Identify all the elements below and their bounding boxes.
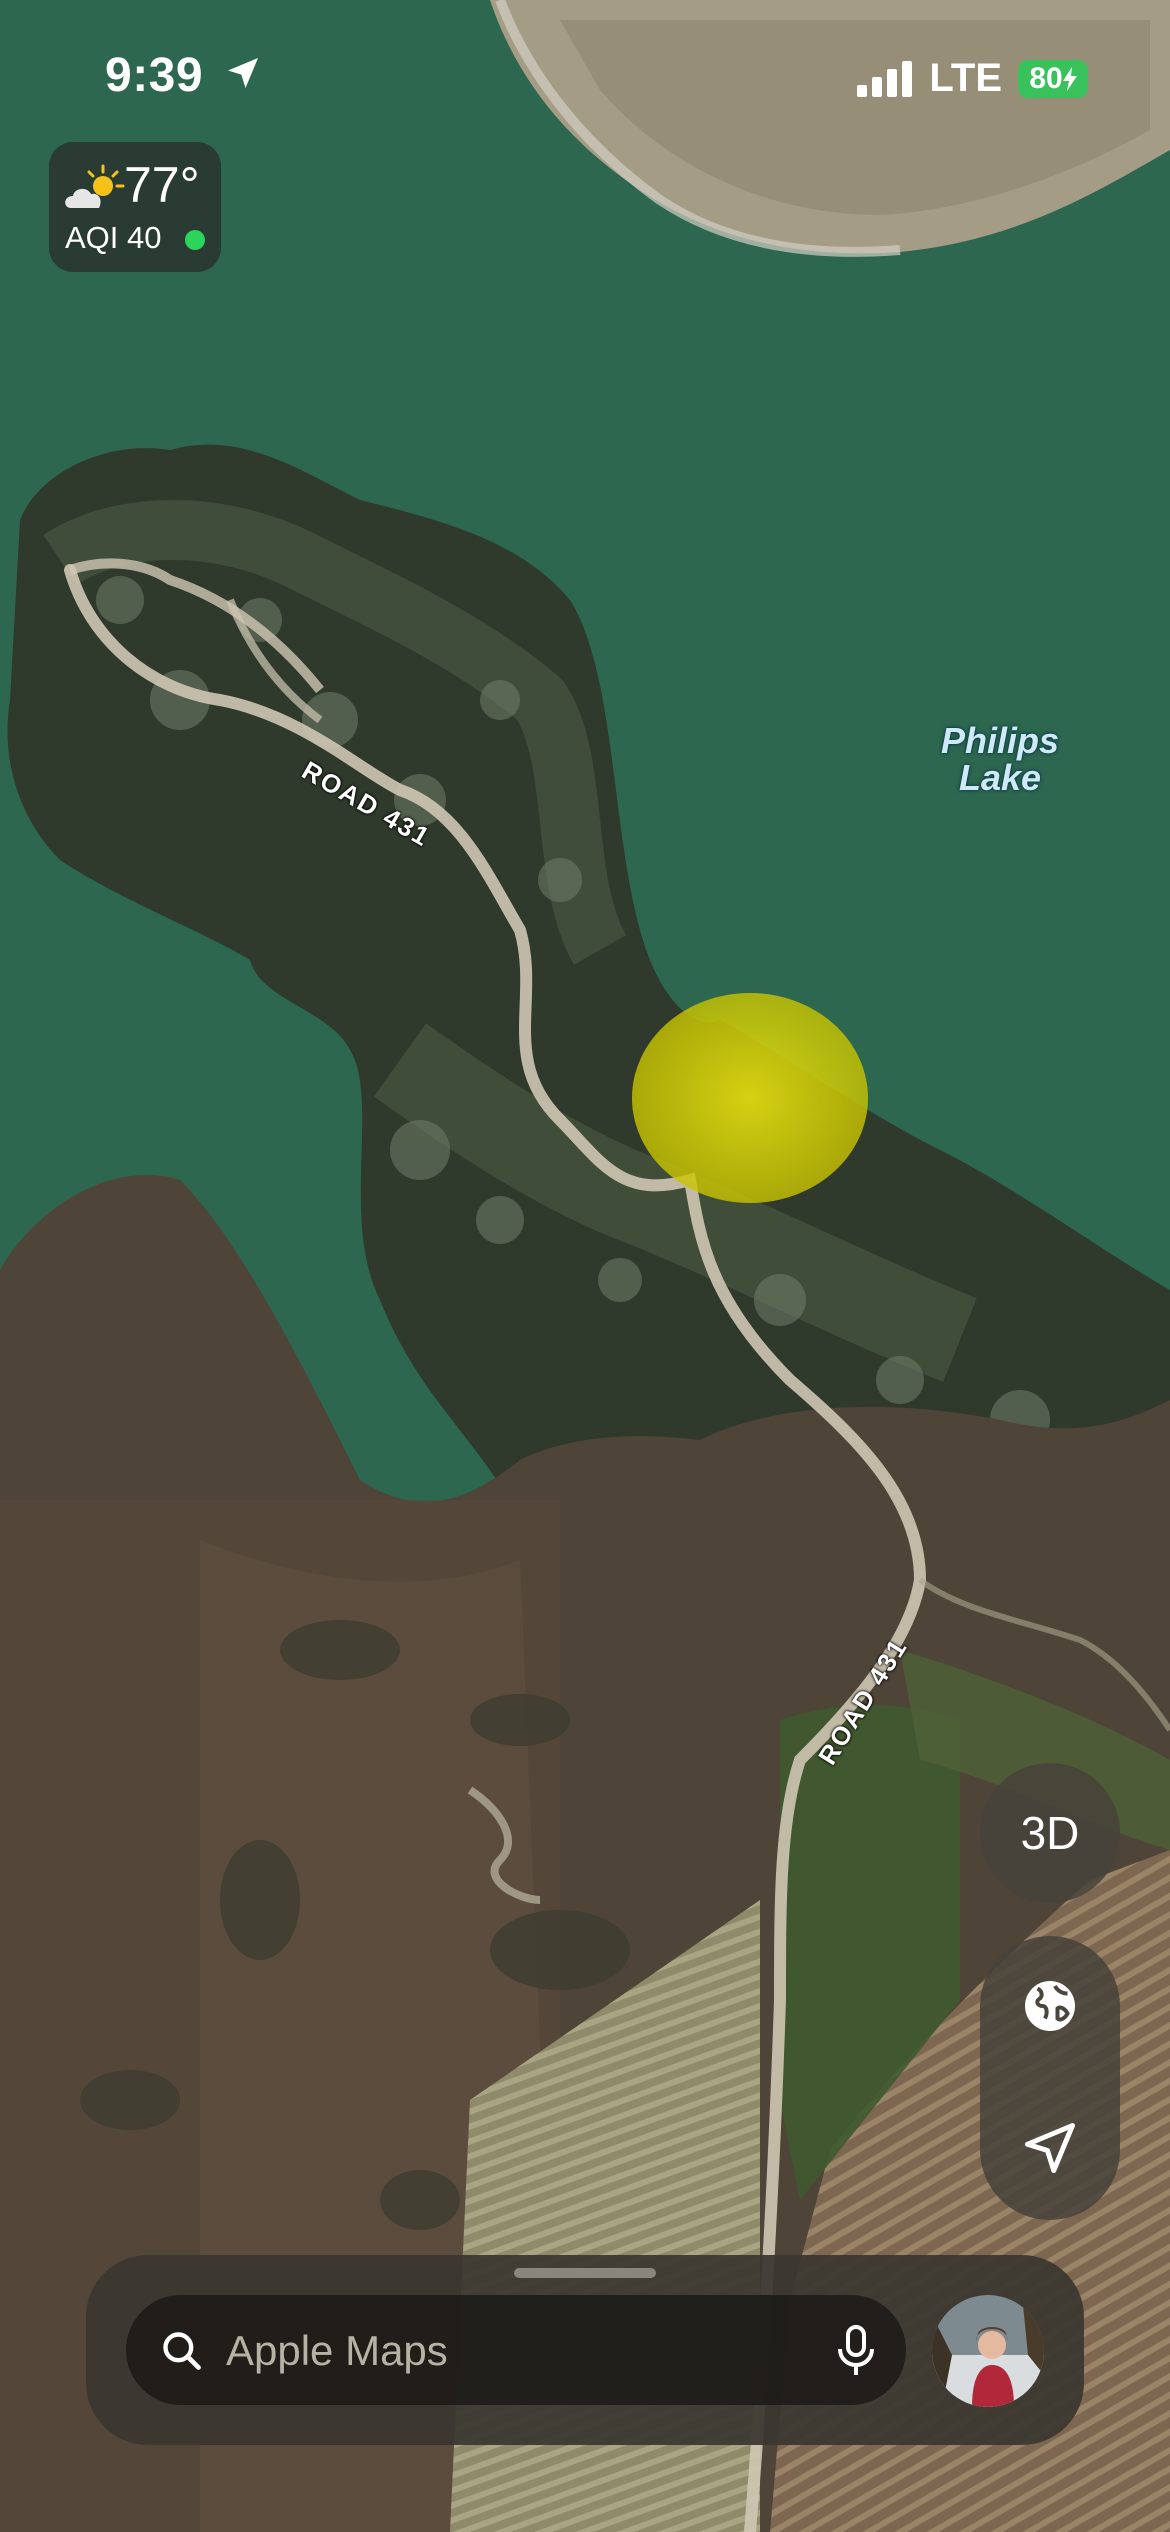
- search-placeholder: Apple Maps: [226, 2327, 448, 2374]
- temperature: 77°: [124, 157, 200, 213]
- location-arrow-icon[interactable]: [1020, 2118, 1080, 2178]
- location-arrow-icon: [227, 58, 258, 88]
- status-time: 9:39: [105, 48, 263, 103]
- search-icon: [163, 2332, 201, 2370]
- network-type: LTE: [929, 56, 1002, 100]
- battery-level: 80: [1029, 61, 1063, 95]
- lake-label[interactable]: Philips Lake: [900, 722, 1100, 796]
- profile-avatar[interactable]: [932, 2295, 1044, 2407]
- status-time-text: 9:39: [105, 49, 204, 102]
- charging-bolt-icon: [1062, 66, 1077, 91]
- microphone-icon[interactable]: [836, 2325, 876, 2377]
- map-controls: [980, 1936, 1120, 2220]
- cellular-signal-icon: [857, 60, 913, 97]
- status-indicators: LTE 80: [857, 56, 1088, 101]
- panel-grabber[interactable]: [514, 2268, 656, 2278]
- highlight-area: [632, 993, 868, 1203]
- 3d-view-label: 3D: [1020, 1807, 1080, 1859]
- 3d-view-button[interactable]: 3D: [980, 1763, 1120, 1903]
- partly-sunny-icon: [65, 164, 125, 208]
- aqi-value: AQI 40: [65, 220, 162, 255]
- search-field[interactable]: Apple Maps: [126, 2295, 906, 2405]
- search-panel[interactable]: Apple Maps: [86, 2255, 1084, 2445]
- avatar-photo: [932, 2295, 1044, 2407]
- weather-widget[interactable]: 77° AQI 40: [49, 142, 221, 272]
- globe-icon[interactable]: [1020, 1976, 1080, 2036]
- aqi-status-dot: [185, 230, 205, 250]
- battery-indicator: 80: [1018, 59, 1088, 98]
